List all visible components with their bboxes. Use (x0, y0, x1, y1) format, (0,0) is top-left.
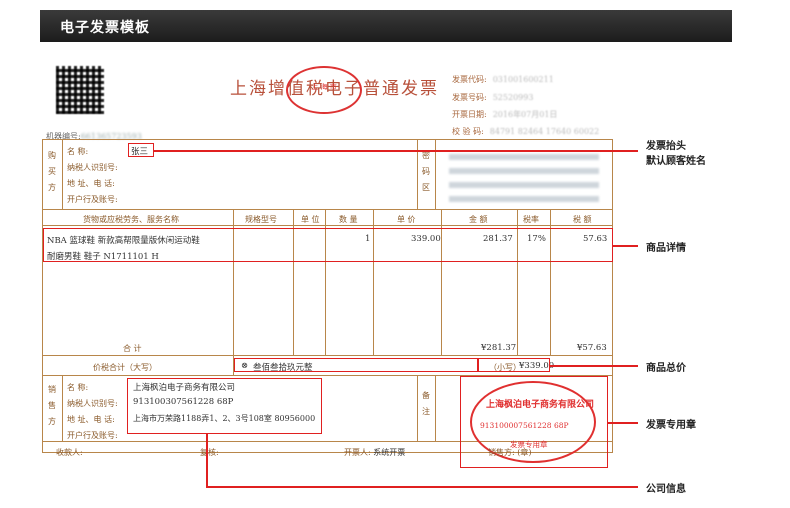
page-title: 电子发票模板 (60, 20, 150, 36)
seller-bank-label: 开户行及账号: (67, 431, 118, 440)
col-tax: 税 额 (573, 215, 592, 224)
password-area-label: 密码区 (422, 151, 430, 192)
footer-payee: 收款人: (56, 448, 83, 457)
buyer-side-label: 购买方 (48, 151, 56, 192)
buyer-name-label: 名 称: (67, 147, 89, 156)
meta-check: 校 验 码: 84791 82464 17640 60022 (452, 127, 600, 136)
seller-addr-label: 地 址、电 话: (67, 415, 115, 424)
connector-total (550, 365, 638, 367)
stamp-small-text: 上 海 市 (311, 83, 337, 91)
col-amount: 金 额 (469, 215, 488, 224)
col-spec: 规格型号 (245, 215, 277, 224)
grand-total-label: 价税合计（大写） (93, 363, 157, 372)
qr-code-icon (56, 66, 104, 114)
annotation-item-detail: 商品详情 (646, 243, 686, 254)
remark-label: 备注 (422, 391, 430, 416)
annotation-total-price: 商品总价 (646, 363, 686, 374)
footer-reviewer: 复核: (200, 448, 219, 457)
total-label: 合 计 (123, 344, 142, 353)
meta-number: 发票号码: 52520993 (452, 93, 534, 102)
annotation-stamp: 发票专用章 (646, 420, 696, 431)
buyer-tax-label: 纳税人识别号: (67, 163, 118, 172)
highlight-seller-info (127, 378, 322, 434)
annotation-buyer-title-sub: 默认顾客姓名 (646, 156, 706, 167)
annotation-company-info: 公司信息 (646, 484, 686, 495)
col-qty: 数 量 (339, 215, 358, 224)
col-price: 单 价 (397, 215, 416, 224)
col-name: 货物或应税劳务、服务名称 (83, 215, 179, 224)
seller-side-label: 销售方 (48, 385, 56, 426)
highlight-grand-words (234, 358, 478, 372)
connector-item (613, 245, 638, 247)
connector-stamp (608, 422, 638, 424)
total-amount: ¥281.37 (481, 343, 517, 353)
highlight-item-detail (43, 228, 613, 262)
total-tax: ¥57.63 (577, 343, 607, 353)
footer-issuer: 开票人: 系统开票 (344, 448, 406, 457)
connector-company-h (206, 486, 638, 488)
connector-company-v (206, 434, 208, 487)
seller-name-label: 名 称: (67, 383, 89, 392)
buyer-bank-label: 开户行及账号: (67, 195, 118, 204)
stamp-small-icon: 上 海 市 (286, 66, 362, 114)
col-rate: 税率 (523, 215, 539, 224)
highlight-stamp (460, 376, 608, 468)
col-unit: 单 位 (301, 215, 320, 224)
password-area (449, 146, 599, 202)
seller-tax-label: 纳税人识别号: (67, 399, 118, 408)
highlight-grand-small (478, 358, 550, 372)
connector-buyer (154, 150, 638, 152)
meta-code: 发票代码: 031001600211 (452, 75, 554, 84)
meta-date: 开票日期: 2016年07月01日 (452, 110, 558, 119)
highlight-buyer-name (128, 143, 154, 157)
annotation-buyer-title: 发票抬头 (646, 141, 686, 152)
header-bar: 电子发票模板 (40, 10, 732, 42)
buyer-addr-label: 地 址、电 话: (67, 179, 115, 188)
